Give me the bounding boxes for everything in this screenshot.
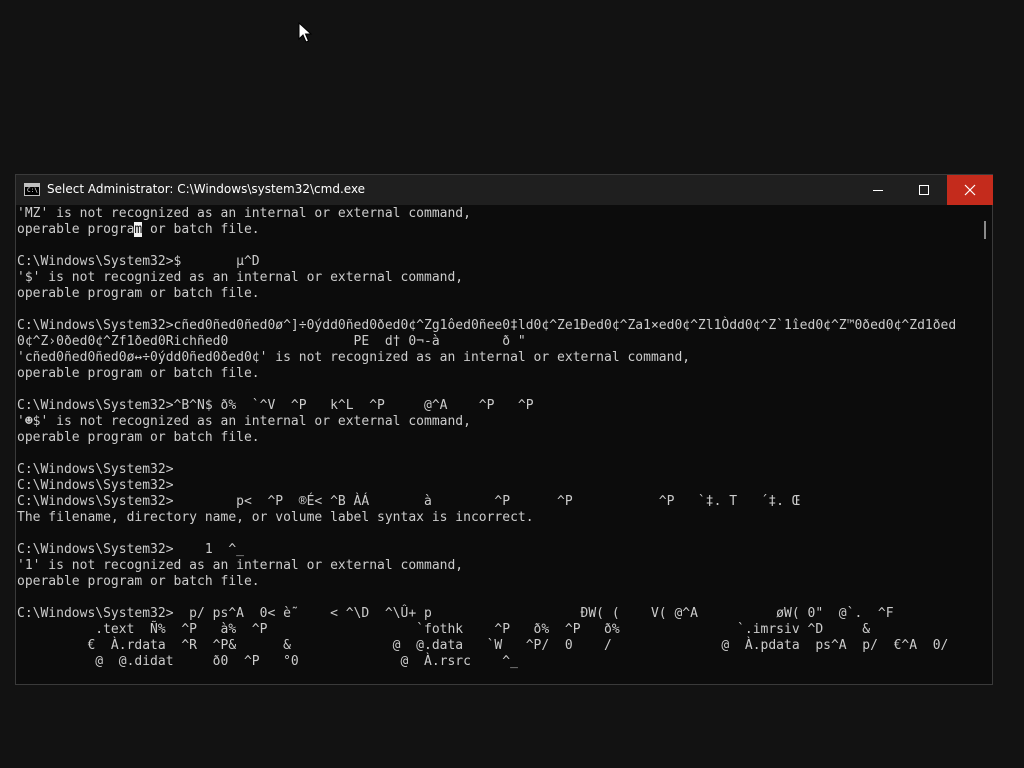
minimize-icon [873,190,883,191]
scrollbar-thumb[interactable] [984,221,986,239]
console-line: operable program or batch file. [17,222,260,237]
console-line: C:\Windows\System32> [17,478,174,493]
console-line: operable program or batch file. [17,574,260,589]
minimize-button[interactable] [855,175,901,205]
maximize-button[interactable] [901,175,947,205]
desktop-background: C:\ Select Administrator: C:\Windows\sys… [0,0,1024,768]
console-line: C:\Windows\System32>^B^N$ ð% `^V ^P k^L … [17,398,534,413]
console-line: operable program or batch file. [17,430,260,445]
console-line: C:\Windows\System32>cñed0ñed0ñed0ø^]÷0ýd… [17,318,957,333]
console-line: '☻$' is not recognized as an internal or… [17,414,471,429]
console-output[interactable]: 'MZ' is not recognized as an internal or… [16,205,978,684]
console-line: 'MZ' is not recognized as an internal or… [17,206,471,221]
console-line: '1' is not recognized as an internal or … [17,558,464,573]
console-line: C:\Windows\System32>$ µ^D [17,254,260,269]
title-bar[interactable]: C:\ Select Administrator: C:\Windows\sys… [16,175,993,205]
console-line: C:\Windows\System32> [17,462,174,477]
console-line: C:\Windows\System32> p< ^P ®É< ^B ÀÁ à ^… [17,494,800,509]
console-line: operable program or batch file. [17,366,260,381]
window-title: Select Administrator: C:\Windows\system3… [47,182,366,196]
console-line: operable program or batch file. [17,286,260,301]
console-line: C:\Windows\System32> 1 ^_ [17,542,244,557]
console-app-icon[interactable]: C:\ [24,183,40,196]
console-line: The filename, directory name, or volume … [17,510,534,525]
cmd-window[interactable]: C:\ Select Administrator: C:\Windows\sys… [15,174,993,685]
console-line: € À.rdata ^R ^P& & @ @.data `W ^P/ 0 / @… [17,638,949,653]
console-line: 0¢^Z›0ðed0¢^Zf1ðed0Richñed0 PE d† 0¬-à ð… [17,334,526,349]
console-lines: 'MZ' is not recognized as an internal or… [17,206,956,670]
console-line: .text Ñ% ^P à% ^P `fothk ^P ð% ^P ð% `.i… [17,622,871,637]
close-button[interactable] [947,175,993,205]
console-line: 'cñed0ñed0ñed0ø↔÷0ýdd0ñed0ðed0¢' is not … [17,350,691,365]
vertical-scrollbar[interactable] [978,205,992,684]
mouse-pointer-icon [298,22,313,43]
close-icon [964,184,976,196]
maximize-icon [919,185,929,195]
console-line: '$' is not recognized as an internal or … [17,270,464,285]
console-line: @ @.didat ð0 ^P °0 @ À.rsrc ^_ [17,654,518,669]
console-line: C:\Windows\System32> p/ ps^A 0< è˜ < ^\D… [17,606,894,621]
